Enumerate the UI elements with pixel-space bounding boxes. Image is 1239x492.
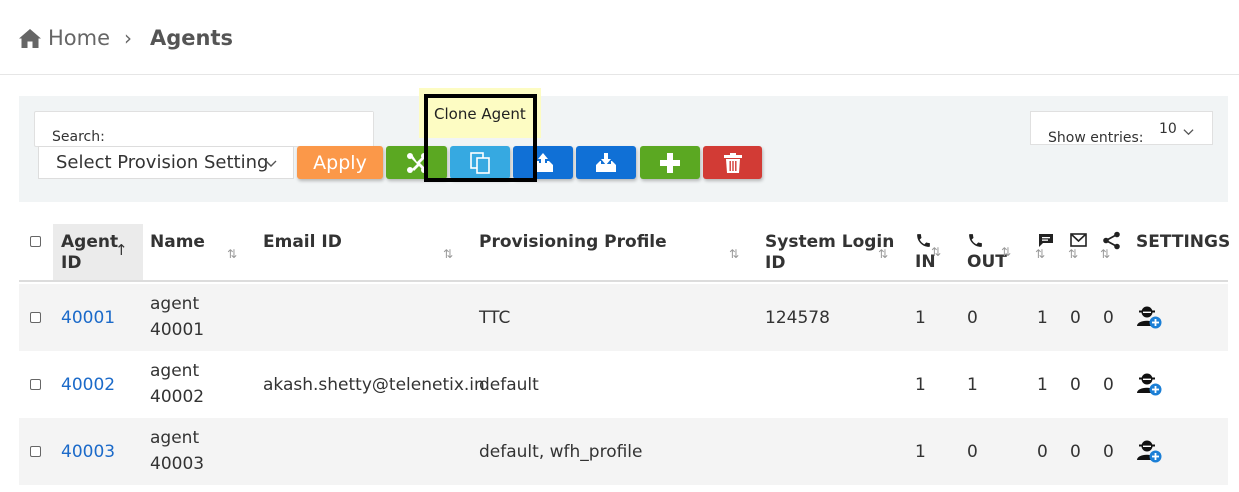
- provision-setting-value: Select Provision Setting: [56, 152, 269, 173]
- agent-name-cell: agent 40001: [150, 291, 204, 343]
- in-cell: 1: [915, 375, 926, 395]
- profile-cell: default: [479, 375, 539, 395]
- sort-icon[interactable]: ⇅: [1035, 247, 1045, 261]
- home-icon: [19, 29, 41, 48]
- out-cell: 0: [967, 442, 978, 462]
- agent-name-cell: agent 40002: [150, 358, 204, 410]
- chat-icon: [1039, 234, 1053, 247]
- agent-name-line1: agent: [150, 361, 200, 381]
- sort-icon[interactable]: ⇅: [931, 245, 941, 259]
- table-header: Agent ID ↑ Name ⇅ Email ID ⇅ Provisionin…: [19, 222, 1231, 282]
- sort-icon[interactable]: ⇅: [227, 247, 237, 261]
- plus-icon: [660, 152, 680, 173]
- breadcrumb: Home › Agents: [18, 22, 233, 54]
- mail-cell: 0: [1070, 375, 1081, 395]
- chevron-down-icon: [265, 160, 277, 167]
- share-cell: 0: [1103, 375, 1114, 395]
- email-cell: akash.shetty@telenetix.in: [263, 375, 485, 395]
- agent-name-cell: agent 40003: [150, 425, 204, 477]
- breadcrumb-home-link[interactable]: Home: [18, 26, 110, 50]
- sort-icon[interactable]: ⇅: [878, 247, 888, 261]
- row-checkbox[interactable]: [30, 446, 41, 457]
- header-divider: [0, 74, 1239, 75]
- sort-icon[interactable]: ⇅: [729, 247, 739, 261]
- agent-id-header-line2: ID: [61, 253, 82, 273]
- chat-cell: 1: [1037, 375, 1048, 395]
- agent-id-link[interactable]: 40001: [61, 305, 115, 331]
- page-title: Agents: [150, 26, 234, 50]
- provision-setting-select[interactable]: Select Provision Setting: [38, 146, 294, 179]
- mail-icon: [1070, 233, 1087, 247]
- agent-settings-icon[interactable]: [1136, 305, 1162, 329]
- download-button[interactable]: [576, 146, 636, 179]
- search-label: Search:: [52, 129, 105, 145]
- mail-cell: 0: [1070, 442, 1081, 462]
- sort-icon[interactable]: ⇅: [1001, 245, 1011, 259]
- chat-cell: 0: [1037, 442, 1048, 462]
- breadcrumb-home-label: Home: [48, 26, 111, 50]
- table-row: 40003 agent 40003 default, wfh_profile 1…: [19, 418, 1228, 485]
- phone-in-icon: [917, 234, 930, 247]
- agent-id-header[interactable]: Agent ID: [61, 232, 118, 274]
- search-input[interactable]: [116, 112, 373, 146]
- in-cell: 1: [915, 308, 926, 328]
- agent-id-header-line1: Agent: [61, 232, 119, 252]
- sort-icon[interactable]: ⇅: [1100, 247, 1110, 261]
- system-login-header-line1: System Login: [765, 232, 895, 252]
- share-cell: 0: [1103, 308, 1114, 328]
- sort-icon[interactable]: ⇅: [443, 247, 453, 261]
- profile-cell: TTC: [479, 308, 511, 328]
- share-cell: 0: [1103, 442, 1114, 462]
- row-checkbox[interactable]: [30, 312, 41, 323]
- table-row: 40002 agent 40002 akash.shetty@telenetix…: [19, 351, 1228, 418]
- agent-name-line1: agent: [150, 294, 200, 314]
- profile-cell: default, wfh_profile: [479, 442, 643, 462]
- email-header[interactable]: Email ID: [263, 232, 342, 253]
- system-login-header[interactable]: System Login ID: [765, 232, 894, 274]
- phone-out-icon: [969, 234, 982, 247]
- show-entries-select[interactable]: Show entries: 10: [1030, 111, 1213, 146]
- out-cell: 1: [967, 375, 978, 395]
- row-checkbox[interactable]: [30, 379, 41, 390]
- agent-settings-icon[interactable]: [1136, 439, 1162, 463]
- trash-icon: [723, 152, 742, 173]
- agent-name-line2: 40003: [150, 454, 205, 474]
- sort-icon[interactable]: ⇅: [1068, 247, 1078, 261]
- agent-name-line1: agent: [150, 428, 200, 448]
- chevron-down-icon: [1183, 129, 1194, 136]
- in-cell: 1: [915, 442, 926, 462]
- agent-settings-icon[interactable]: [1136, 372, 1162, 396]
- select-all-checkbox[interactable]: [30, 236, 41, 247]
- provisioning-profile-header[interactable]: Provisioning Profile: [479, 232, 667, 253]
- system-login-header-line2: ID: [765, 253, 786, 273]
- add-agent-button[interactable]: [640, 146, 700, 179]
- show-entries-value: 10: [1159, 121, 1177, 137]
- sort-ascending-icon[interactable]: ↑: [115, 241, 128, 259]
- agent-id-link[interactable]: 40003: [61, 439, 115, 465]
- show-entries-label: Show entries:: [1048, 130, 1144, 146]
- name-header[interactable]: Name: [150, 232, 205, 253]
- download-icon: [596, 152, 616, 172]
- breadcrumb-separator: ›: [124, 26, 133, 50]
- agent-name-line2: 40001: [150, 320, 205, 340]
- agent-id-link[interactable]: 40002: [61, 372, 115, 398]
- mail-cell: 0: [1070, 308, 1081, 328]
- agent-name-line2: 40002: [150, 387, 205, 407]
- table-row: 40001 agent 40001 TTC 124578 1 0 1 0 0: [19, 284, 1228, 351]
- out-cell: 0: [967, 308, 978, 328]
- chat-cell: 1: [1037, 308, 1048, 328]
- settings-header: SETTINGS: [1136, 232, 1231, 252]
- highlight-box: [424, 94, 537, 182]
- apply-button[interactable]: Apply: [297, 146, 383, 179]
- delete-agent-button[interactable]: [703, 146, 762, 179]
- system-login-cell: 124578: [765, 308, 830, 328]
